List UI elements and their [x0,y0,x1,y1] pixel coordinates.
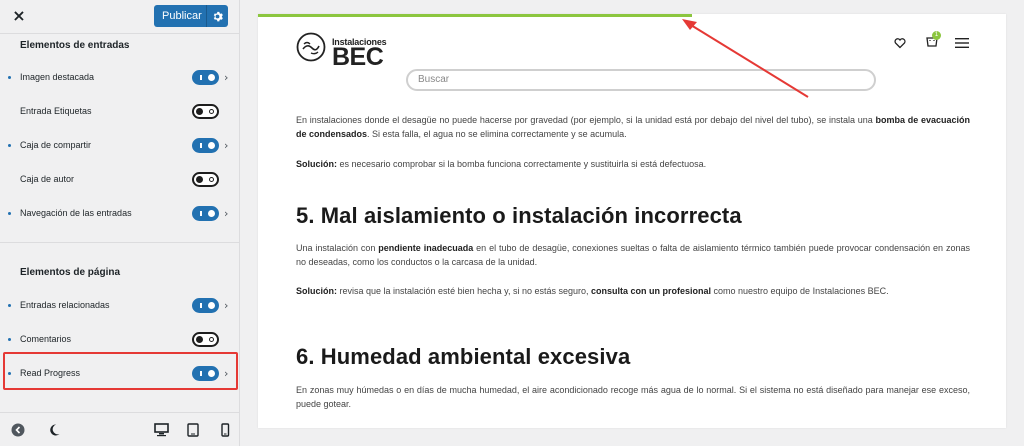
toggle-switch[interactable] [192,103,219,119]
sidebar-item[interactable]: Comentarios [0,327,240,351]
sidebar-item[interactable]: Navegación de las entradas › [0,201,240,225]
heading-section-5: 5. Mal aislamiento o instalación incorre… [296,203,742,228]
sidebar-item-label: Entradas relacionadas [20,300,110,310]
logo-line2: BEC [332,43,384,71]
paragraph-solucion-instalacion: Solución: revisa que la instalación esté… [296,286,889,296]
search-input[interactable]: Buscar [406,69,876,91]
tablet-preview-icon[interactable] [186,423,200,437]
desktop-preview-icon[interactable] [154,422,169,437]
sidebar-item[interactable]: Imagen destacada › [0,65,240,89]
toggle-switch[interactable] [192,137,219,153]
sidebar-item[interactable]: Entradas relacionadas › [0,293,240,317]
sidebar-item-label: Caja de compartir [20,140,92,150]
publish-label[interactable]: Publicar [154,10,206,22]
site-logo[interactable]: Instalaciones BEC [296,28,406,70]
cart-count-badge: 1 [932,31,941,40]
mobile-preview-icon[interactable] [218,423,232,437]
section-divider [0,242,240,243]
heart-icon[interactable] [894,36,906,54]
section-title-entradas: Elementos de entradas [20,40,130,51]
read-progress-bar [258,14,1006,17]
sidebar-item-label: Imagen destacada [20,72,95,82]
toggle-switch[interactable] [192,69,219,85]
chevron-right-icon[interactable]: › [224,299,228,312]
publish-button[interactable]: Publicar [154,5,228,27]
modified-dot-icon [8,143,11,147]
read-progress-fill [258,14,692,17]
paragraph-solucion-bomba: Solución: es necesario comprobar si la b… [296,159,707,169]
chevron-right-icon[interactable]: › [224,207,228,220]
sidebar-item-label: Caja de autor [20,174,75,184]
sidebar-item[interactable]: Caja de autor [0,167,240,191]
customizer-sidebar: × Publicar Elementos de entradas Imagen … [0,0,240,446]
paragraph-humedad: En zonas muy húmedas o en días de mucha … [296,385,970,409]
heading-section-6: 6. Humedad ambiental excesiva [296,344,631,369]
site-preview: Instalaciones BEC 1 Buscar En instalacio… [258,14,1006,428]
close-icon[interactable]: × [10,6,28,26]
sidebar-item-label: Comentarios [20,334,72,344]
logo-emblem-icon [296,32,326,62]
sidebar-item-label: Navegación de las entradas [20,208,132,218]
modified-dot-icon [8,75,11,79]
toggle-switch[interactable] [192,297,219,313]
modified-dot-icon [8,211,11,215]
gear-icon[interactable] [207,11,228,22]
modified-dot-icon [8,303,11,307]
paragraph-bomba: En instalaciones donde el desagüe no pue… [296,115,971,139]
read-progress-highlight [3,352,238,390]
toggle-switch[interactable] [192,205,219,221]
customizer-header: × Publicar [0,0,239,34]
dark-mode-icon[interactable] [47,423,61,437]
chevron-right-icon[interactable]: › [224,71,228,84]
modified-dot-icon [8,337,11,341]
paragraph-instalacion: Una instalación con pendiente inadecuada… [296,243,970,267]
menu-icon[interactable] [955,36,969,54]
toggle-switch[interactable] [192,331,219,347]
collapse-sidebar-icon[interactable] [11,423,25,437]
section-title-pagina: Elementos de página [20,267,121,278]
sidebar-item[interactable]: Entrada Etiquetas [0,99,240,123]
chevron-right-icon[interactable]: › [224,139,228,152]
sidebar-item-label: Entrada Etiquetas [20,106,92,116]
customizer-footer [0,412,240,446]
toggle-switch[interactable] [192,171,219,187]
sidebar-item[interactable]: Caja de compartir › [0,133,240,157]
